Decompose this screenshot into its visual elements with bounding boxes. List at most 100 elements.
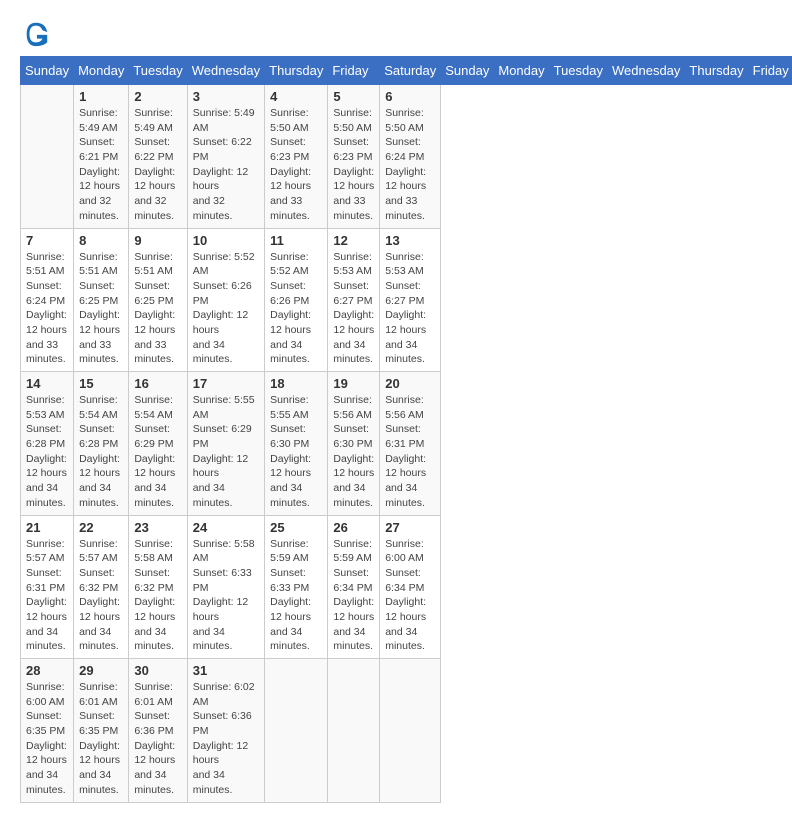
calendar-cell: 3 Sunrise: 5:49 AM Sunset: 6:22 PM Daylig… <box>187 85 264 229</box>
calendar-cell: 29 Sunrise: 6:01 AM Sunset: 6:35 PM Dayli… <box>74 659 129 803</box>
calendar-cell: 16Sunrise: 5:54 AM Sunset: 6:29 PM Dayli… <box>129 372 187 516</box>
day-of-week-header: Saturday <box>380 57 441 85</box>
day-of-week-header: Sunday <box>441 57 494 85</box>
calendar-cell: 28Sunrise: 6:00 AM Sunset: 6:35 PM Dayli… <box>21 659 74 803</box>
day-info: Sunrise: 5:51 AM Sunset: 6:25 PM Dayligh… <box>134 250 181 368</box>
calendar-cell <box>328 659 380 803</box>
calendar-cell: 17Sunrise: 5:55 AM Sunset: 6:29 PM Dayli… <box>187 372 264 516</box>
day-info: Sunrise: 5:57 AM Sunset: 6:31 PM Dayligh… <box>26 537 68 655</box>
day-info: Sunrise: 6:02 AM Sunset: 6:36 PM Dayligh… <box>193 680 259 798</box>
day-of-week-header: Wednesday <box>187 57 264 85</box>
day-number: 15 <box>79 376 123 391</box>
day-info: Sunrise: 5:56 AM Sunset: 6:31 PM Dayligh… <box>385 393 435 511</box>
calendar-cell: 23 Sunrise: 5:58 AM Sunset: 6:32 PM Dayli… <box>129 515 187 659</box>
day-number: 29 <box>79 663 123 678</box>
calendar-cell: 19Sunrise: 5:56 AM Sunset: 6:30 PM Dayli… <box>328 372 380 516</box>
day-of-week-header: Tuesday <box>549 57 607 85</box>
calendar-week-row: 7Sunrise: 5:51 AM Sunset: 6:24 PM Daylig… <box>21 228 792 372</box>
calendar-cell: 6 Sunrise: 5:50 AM Sunset: 6:24 PM Daylig… <box>380 85 441 229</box>
calendar-cell: 5Sunrise: 5:50 AM Sunset: 6:23 PM Daylig… <box>328 85 380 229</box>
day-info: Sunrise: 5:53 AM Sunset: 6:27 PM Dayligh… <box>385 250 435 368</box>
day-of-week-header: Thursday <box>685 57 748 85</box>
day-number: 5 <box>333 89 374 104</box>
day-info: Sunrise: 5:58 AM Sunset: 6:32 PM Dayligh… <box>134 537 181 655</box>
calendar-cell <box>380 659 441 803</box>
day-number: 8 <box>79 233 123 248</box>
calendar-cell: 14 Sunrise: 5:53 AM Sunset: 6:28 PM Dayli… <box>21 372 74 516</box>
day-number: 25 <box>270 520 322 535</box>
day-info: Sunrise: 5:57 AM Sunset: 6:32 PM Dayligh… <box>79 537 123 655</box>
calendar-cell: 18Sunrise: 5:55 AM Sunset: 6:30 PM Dayli… <box>265 372 328 516</box>
calendar-cell: 7Sunrise: 5:51 AM Sunset: 6:24 PM Daylig… <box>21 228 74 372</box>
day-info: Sunrise: 5:53 AM Sunset: 6:27 PM Dayligh… <box>333 250 374 368</box>
calendar-table: SundayMondayTuesdayWednesdayThursdayFrid… <box>20 56 792 803</box>
day-number: 22 <box>79 520 123 535</box>
calendar-cell: 25 Sunrise: 5:59 AM Sunset: 6:33 PM Dayli… <box>265 515 328 659</box>
day-number: 31 <box>193 663 259 678</box>
logo-icon <box>22 20 50 48</box>
day-of-week-header: Monday <box>494 57 549 85</box>
calendar-cell: 12 Sunrise: 5:53 AM Sunset: 6:27 PM Dayli… <box>328 228 380 372</box>
day-number: 20 <box>385 376 435 391</box>
day-number: 26 <box>333 520 374 535</box>
day-number: 11 <box>270 233 322 248</box>
calendar-cell: 11 Sunrise: 5:52 AM Sunset: 6:26 PM Dayli… <box>265 228 328 372</box>
day-number: 10 <box>193 233 259 248</box>
day-number: 24 <box>193 520 259 535</box>
day-info: Sunrise: 5:50 AM Sunset: 6:23 PM Dayligh… <box>270 106 322 224</box>
day-info: Sunrise: 5:58 AM Sunset: 6:33 PM Dayligh… <box>193 537 259 655</box>
day-info: Sunrise: 5:49 AM Sunset: 6:22 PM Dayligh… <box>134 106 181 224</box>
day-info: Sunrise: 5:59 AM Sunset: 6:33 PM Dayligh… <box>270 537 322 655</box>
day-number: 2 <box>134 89 181 104</box>
calendar-cell: 20 Sunrise: 5:56 AM Sunset: 6:31 PM Dayli… <box>380 372 441 516</box>
day-of-week-header: Sunday <box>21 57 74 85</box>
calendar-cell: 2 Sunrise: 5:49 AM Sunset: 6:22 PM Daylig… <box>129 85 187 229</box>
calendar-cell: 30Sunrise: 6:01 AM Sunset: 6:36 PM Dayli… <box>129 659 187 803</box>
day-number: 13 <box>385 233 435 248</box>
day-number: 21 <box>26 520 68 535</box>
day-info: Sunrise: 6:01 AM Sunset: 6:36 PM Dayligh… <box>134 680 181 798</box>
day-number: 14 <box>26 376 68 391</box>
day-number: 17 <box>193 376 259 391</box>
calendar-cell: 24 Sunrise: 5:58 AM Sunset: 6:33 PM Dayli… <box>187 515 264 659</box>
calendar-cell <box>21 85 74 229</box>
day-of-week-header: Thursday <box>265 57 328 85</box>
day-of-week-header: Tuesday <box>129 57 187 85</box>
day-info: Sunrise: 5:51 AM Sunset: 6:25 PM Dayligh… <box>79 250 123 368</box>
day-info: Sunrise: 6:00 AM Sunset: 6:35 PM Dayligh… <box>26 680 68 798</box>
day-number: 9 <box>134 233 181 248</box>
day-number: 18 <box>270 376 322 391</box>
day-info: Sunrise: 5:54 AM Sunset: 6:28 PM Dayligh… <box>79 393 123 511</box>
day-info: Sunrise: 5:49 AM Sunset: 6:21 PM Dayligh… <box>79 106 123 224</box>
day-of-week-header: Monday <box>74 57 129 85</box>
day-number: 23 <box>134 520 181 535</box>
day-info: Sunrise: 5:53 AM Sunset: 6:28 PM Dayligh… <box>26 393 68 511</box>
header <box>20 20 772 40</box>
day-of-week-header: Friday <box>748 57 792 85</box>
day-info: Sunrise: 5:52 AM Sunset: 6:26 PM Dayligh… <box>193 250 259 368</box>
day-number: 7 <box>26 233 68 248</box>
day-info: Sunrise: 5:50 AM Sunset: 6:24 PM Dayligh… <box>385 106 435 224</box>
day-number: 6 <box>385 89 435 104</box>
calendar-week-row: 21 Sunrise: 5:57 AM Sunset: 6:31 PM Dayli… <box>21 515 792 659</box>
calendar-cell: 26 Sunrise: 5:59 AM Sunset: 6:34 PM Dayli… <box>328 515 380 659</box>
calendar-cell: 22 Sunrise: 5:57 AM Sunset: 6:32 PM Dayli… <box>74 515 129 659</box>
day-number: 3 <box>193 89 259 104</box>
day-info: Sunrise: 5:52 AM Sunset: 6:26 PM Dayligh… <box>270 250 322 368</box>
calendar-week-row: 14 Sunrise: 5:53 AM Sunset: 6:28 PM Dayli… <box>21 372 792 516</box>
day-info: Sunrise: 5:59 AM Sunset: 6:34 PM Dayligh… <box>333 537 374 655</box>
calendar-cell: 8 Sunrise: 5:51 AM Sunset: 6:25 PM Daylig… <box>74 228 129 372</box>
calendar-cell: 9 Sunrise: 5:51 AM Sunset: 6:25 PM Daylig… <box>129 228 187 372</box>
day-of-week-header: Wednesday <box>608 57 685 85</box>
calendar-cell: 13 Sunrise: 5:53 AM Sunset: 6:27 PM Dayli… <box>380 228 441 372</box>
calendar-cell: 27Sunrise: 6:00 AM Sunset: 6:34 PM Dayli… <box>380 515 441 659</box>
day-info: Sunrise: 6:01 AM Sunset: 6:35 PM Dayligh… <box>79 680 123 798</box>
day-info: Sunrise: 5:49 AM Sunset: 6:22 PM Dayligh… <box>193 106 259 224</box>
calendar-cell: 31 Sunrise: 6:02 AM Sunset: 6:36 PM Dayli… <box>187 659 264 803</box>
calendar-header-row: SundayMondayTuesdayWednesdayThursdayFrid… <box>21 57 792 85</box>
day-of-week-header: Friday <box>328 57 380 85</box>
calendar-cell: 1Sunrise: 5:49 AM Sunset: 6:21 PM Daylig… <box>74 85 129 229</box>
day-number: 12 <box>333 233 374 248</box>
day-number: 4 <box>270 89 322 104</box>
logo <box>20 20 48 40</box>
